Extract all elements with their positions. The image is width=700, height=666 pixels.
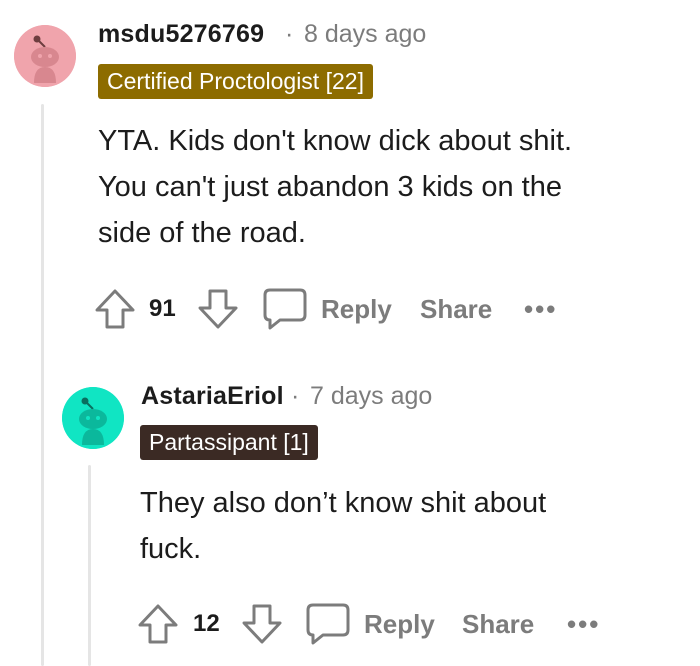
downvote-icon [198,289,238,329]
comment-body: They also don’t know shit about fuck. [140,487,547,565]
user-flair: Partassipant [1] [140,425,318,460]
reply-button[interactable]: Reply [305,602,435,646]
reply-button[interactable]: Reply [262,287,392,331]
snoo-avatar-icon [62,387,124,449]
user-flair: Certified Proctologist [22] [98,64,373,99]
thread-line-reply[interactable] [88,465,91,666]
share-button[interactable]: Share [420,287,492,331]
comment-bubble-icon [263,288,307,330]
snoo-avatar-icon [14,25,76,87]
comment-body: YTA. Kids don't know dick about shit. Yo… [98,125,573,249]
comment-actions: 12 Reply Share ••• [137,602,617,646]
downvote-button[interactable] [241,602,283,646]
timestamp[interactable]: 8 days ago [304,20,426,49]
share-button[interactable]: Share [462,602,534,646]
vote-score: 91 [149,295,176,322]
meta-separator: · [291,382,300,410]
thread-line-parent[interactable] [41,104,44,666]
comment-actions: 91 Reply Share ••• [94,287,574,331]
username[interactable]: msdu5276769 [98,20,264,49]
downvote-icon [242,604,282,644]
reply-label: Reply [364,608,435,639]
downvote-button[interactable] [197,287,239,331]
share-label: Share [462,608,535,639]
vote-score: 12 [193,610,220,637]
upvote-button[interactable] [137,602,179,646]
more-button[interactable]: ••• [524,287,557,331]
more-icon: ••• [524,293,558,324]
more-icon: ••• [567,608,601,639]
timestamp[interactable]: 7 days ago [310,382,432,411]
share-label: Share [420,293,493,324]
avatar[interactable] [62,387,124,449]
reply-label: Reply [321,293,392,324]
more-button[interactable]: ••• [567,602,600,646]
username[interactable]: AstariaEriol [141,382,284,411]
comment-bubble-icon [306,603,350,645]
upvote-icon [95,289,135,329]
avatar[interactable] [14,25,76,87]
meta-separator: · [285,20,294,48]
upvote-button[interactable] [94,287,136,331]
upvote-icon [138,604,178,644]
